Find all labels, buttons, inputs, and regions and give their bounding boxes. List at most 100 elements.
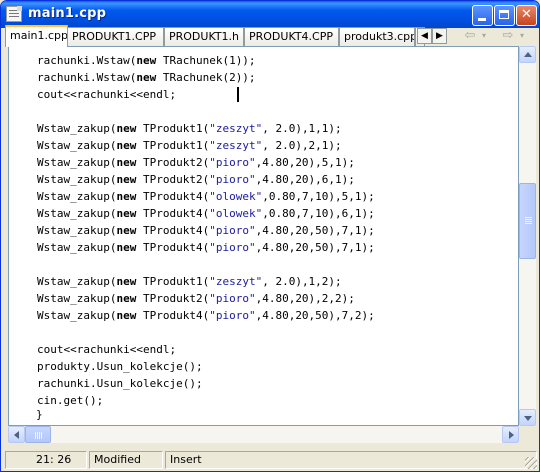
keyword: new xyxy=(116,190,137,203)
editor-gutter xyxy=(9,47,23,425)
code-token: rachunki.Usun_kolekcje(); xyxy=(37,377,203,390)
document-icon[interactable] xyxy=(6,6,22,22)
string-literal: "pioro" xyxy=(209,156,256,169)
close-icon: ✕ xyxy=(521,7,532,22)
code-token: ,4.80,20),5,1); xyxy=(255,156,355,169)
code-line[interactable] xyxy=(37,324,375,341)
string-literal: "zeszyt" xyxy=(209,275,263,288)
keyword: new xyxy=(116,173,137,186)
code-token: cout<<rachunki<<endl; xyxy=(37,343,177,356)
scroll-left-button[interactable] xyxy=(8,426,25,443)
code-token: ,4.80,20,50),7,2); xyxy=(255,309,375,322)
scroll-down-button[interactable] xyxy=(519,409,536,426)
horizontal-scrollbar[interactable] xyxy=(8,426,519,443)
forward-arrow-icon[interactable]: ⇨ xyxy=(499,28,517,44)
title-bar[interactable]: main1.cpp ✕ xyxy=(1,1,539,28)
cursor-position: 21: 26 xyxy=(5,451,87,469)
string-literal: "olowek" xyxy=(209,190,263,203)
vertical-scrollbar[interactable] xyxy=(519,46,536,426)
code-line[interactable]: cin.get(); xyxy=(37,392,375,409)
code-line[interactable]: Wstaw_zakup(new TProdukt1("zeszyt", 2.0)… xyxy=(37,137,375,154)
code-line[interactable]: Wstaw_zakup(new TProdukt4("pioro",4.80,2… xyxy=(37,222,375,239)
code-line[interactable]: rachunki.Wstaw(new TRachunek(2)); xyxy=(37,69,375,86)
keyword: new xyxy=(116,207,137,220)
tab-produkt4-cpp[interactable]: PRODUKT4.CPP xyxy=(244,27,339,46)
scrollbar-corner xyxy=(519,426,536,443)
insert-mode-status: Insert xyxy=(165,451,537,469)
code-token: TProdukt4( xyxy=(136,224,210,237)
forward-dropdown-icon[interactable]: ▾ xyxy=(517,28,527,44)
tab-produkt3-cpp[interactable]: produkt3.cpp xyxy=(339,27,415,46)
code-token: ,0.80,7,10),6,1); xyxy=(262,207,375,220)
code-token: TProdukt1( xyxy=(136,122,210,135)
scroll-right-icon[interactable]: ▶ xyxy=(432,28,447,44)
code-token: TProdukt2( xyxy=(136,173,210,186)
keyword: new xyxy=(116,139,137,152)
code-line[interactable] xyxy=(37,256,375,273)
code-line[interactable]: Wstaw_zakup(new TProdukt2("pioro",4.80,2… xyxy=(37,290,375,307)
modified-status: Modified xyxy=(89,451,163,469)
code-line[interactable]: cout<<rachunki<<endl; xyxy=(37,86,375,103)
maximize-button[interactable] xyxy=(494,5,515,26)
code-token: Wstaw_zakup( xyxy=(37,173,117,186)
code-line[interactable]: Wstaw_zakup(new TProdukt4("pioro",4.80,2… xyxy=(37,307,375,324)
minimize-button[interactable] xyxy=(472,5,493,26)
code-token: Wstaw_zakup( xyxy=(37,207,117,220)
code-line[interactable]: Wstaw_zakup(new TProdukt1("zeszyt", 2.0)… xyxy=(37,120,375,137)
code-token: ,4.80,20),6,1); xyxy=(255,173,355,186)
code-editor[interactable]: rachunki.Wstaw(new TRachunek(1)); rachunk… xyxy=(8,46,519,426)
code-token: TProdukt4( xyxy=(136,190,210,203)
code-token: rachunki.Wstaw( xyxy=(37,71,137,84)
string-literal: "zeszyt" xyxy=(209,139,263,152)
closing-brace: } xyxy=(36,408,43,421)
code-token: TRachunek(1)); xyxy=(156,54,256,67)
code-line[interactable]: Wstaw_zakup(new TProdukt1("zeszyt", 2.0)… xyxy=(37,273,375,290)
code-token: rachunki.Wstaw( xyxy=(37,54,137,67)
string-literal: "pioro" xyxy=(209,309,256,322)
code-token: Wstaw_zakup( xyxy=(37,122,117,135)
code-token: produkty.Usun_kolekcje(); xyxy=(37,360,203,373)
scroll-right-button[interactable] xyxy=(502,426,519,443)
horizontal-scroll-thumb[interactable] xyxy=(25,426,51,443)
code-token: Wstaw_zakup( xyxy=(37,241,117,254)
tab-label: main1.cpp xyxy=(10,29,68,42)
code-token: Wstaw_zakup( xyxy=(37,292,117,305)
close-button[interactable]: ✕ xyxy=(516,5,537,26)
tab-main1-cpp[interactable]: main1.cpp xyxy=(5,25,68,47)
window-title: main1.cpp xyxy=(28,6,107,21)
string-literal: "pioro" xyxy=(209,173,256,186)
code-token: Wstaw_zakup( xyxy=(37,139,117,152)
scroll-up-button[interactable] xyxy=(519,46,536,63)
tab-label: PRODUKT4.CPP xyxy=(249,30,333,43)
tab-produkt1-cpp[interactable]: PRODUKT1.CPP xyxy=(67,27,164,46)
code-token: , 2.0),1,1); xyxy=(262,122,342,135)
code-token: TProdukt1( xyxy=(136,139,210,152)
code-token: TRachunek(2)); xyxy=(156,71,256,84)
code-token: ,4.80,20,50),7,1); xyxy=(255,224,375,237)
minimize-icon xyxy=(478,18,486,21)
scroll-left-icon[interactable]: ◀ xyxy=(417,28,432,44)
code-token: cin.get(); xyxy=(37,394,104,407)
code-line[interactable]: rachunki.Wstaw(new TRachunek(1)); xyxy=(37,52,375,69)
code-line[interactable]: cout<<rachunki<<endl; xyxy=(37,341,375,358)
code-line[interactable] xyxy=(37,103,375,120)
code-line[interactable]: Wstaw_zakup(new TProdukt4("olowek",0.80,… xyxy=(37,205,375,222)
string-literal: "zeszyt" xyxy=(209,122,263,135)
code-line[interactable]: Wstaw_zakup(new TProdukt2("pioro",4.80,2… xyxy=(37,154,375,171)
code-line[interactable]: produkty.Usun_kolekcje(); xyxy=(37,358,375,375)
tab-produkt1-h[interactable]: PRODUKT1.h xyxy=(164,27,244,46)
code-line[interactable]: Wstaw_zakup(new TProdukt4("pioro",4.80,2… xyxy=(37,239,375,256)
code-line[interactable]: rachunki.Usun_kolekcje(); xyxy=(37,375,375,392)
text-caret xyxy=(237,87,239,102)
tab-label: produkt3.cpp xyxy=(344,30,415,43)
code-line[interactable]: Wstaw_zakup(new TProdukt4("olowek",0.80,… xyxy=(37,188,375,205)
code-line[interactable]: Wstaw_zakup(new TProdukt2("pioro",4.80,2… xyxy=(37,171,375,188)
vertical-scroll-thumb[interactable] xyxy=(519,183,536,259)
keyword: new xyxy=(116,122,137,135)
keyword: new xyxy=(116,309,137,322)
code-text[interactable]: rachunki.Wstaw(new TRachunek(1)); rachunk… xyxy=(37,52,375,409)
resize-grip[interactable] xyxy=(525,457,537,469)
back-dropdown-icon[interactable]: ▾ xyxy=(479,28,489,44)
code-token: TProdukt1( xyxy=(136,275,210,288)
back-arrow-icon[interactable]: ⇦ xyxy=(461,28,479,44)
